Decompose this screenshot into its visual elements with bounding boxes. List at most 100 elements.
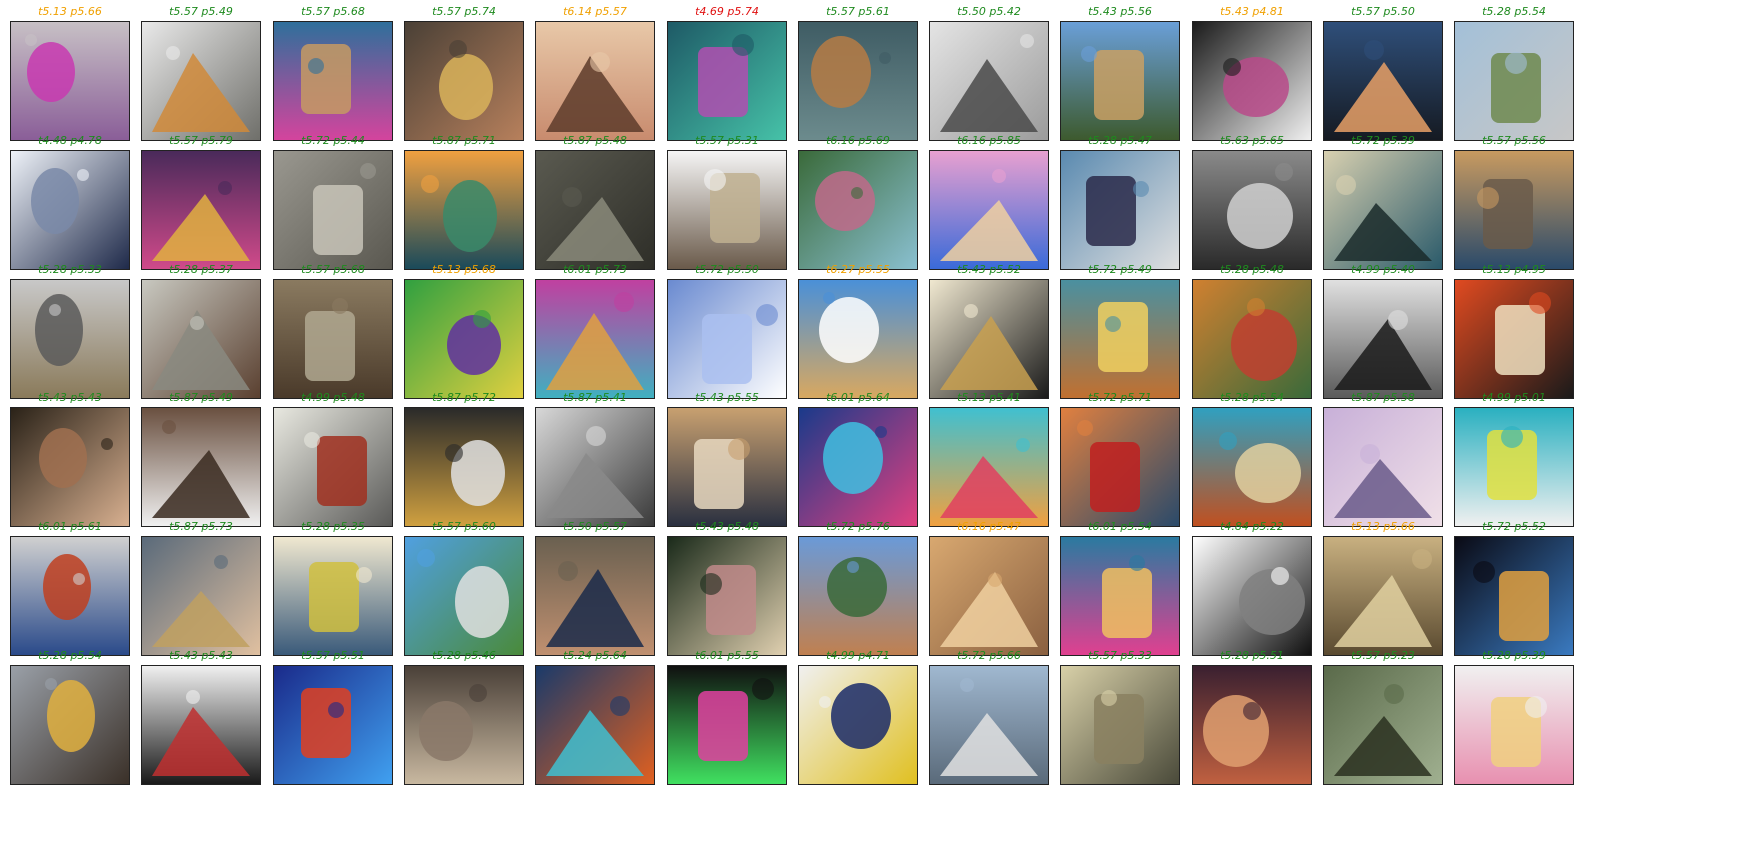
thumbnail-image	[404, 150, 524, 270]
grid-cell: t5.13 p5.66	[1323, 520, 1443, 656]
grid-cell: t6.01 p5.61	[10, 520, 130, 656]
thumbnail-image	[929, 21, 1049, 141]
grid-cell: t4.84 p5.22	[1192, 520, 1312, 656]
thumbnail-image	[1192, 665, 1312, 785]
thumbnail-image	[1060, 279, 1180, 399]
thumbnail-art	[1455, 280, 1573, 398]
thumbnail-image	[1060, 407, 1180, 527]
thumbnail-image	[404, 21, 524, 141]
image-grid: t5.13 p5.66 t5.57 p5.49 t5.57 p5.68 t5.57 p…	[10, 5, 1738, 862]
score-caption: t5.57 p5.56	[1482, 134, 1546, 147]
thumbnail-art	[142, 22, 260, 140]
thumbnail-image	[1454, 407, 1574, 527]
thumbnail-image	[141, 21, 261, 141]
grid-cell: t5.63 p5.65	[1192, 134, 1312, 270]
grid-cell: t6.27 p5.55	[798, 263, 918, 399]
thumbnail-art	[799, 666, 917, 784]
grid-cell: t5.57 p5.74	[404, 5, 524, 141]
thumbnail-image	[273, 21, 393, 141]
thumbnail-art	[11, 151, 129, 269]
thumbnail-art	[1193, 22, 1311, 140]
thumbnail-image	[1454, 665, 1574, 785]
thumbnail-image	[1454, 21, 1574, 141]
thumbnail-image	[1323, 536, 1443, 656]
grid-cell: t5.43 p5.48	[667, 520, 787, 656]
thumbnail-art	[536, 537, 654, 655]
grid-cell: t5.57 p5.23	[1323, 649, 1443, 785]
grid-cell: t4.69 p5.74	[667, 5, 787, 141]
grid-cell: t5.43 p5.43	[10, 391, 130, 527]
grid-cell: t6.14 p5.57	[535, 5, 655, 141]
thumbnail-art	[1324, 408, 1442, 526]
thumbnail-image	[404, 665, 524, 785]
thumbnail-art	[405, 537, 523, 655]
thumbnail-art	[536, 22, 654, 140]
thumbnail-art	[799, 22, 917, 140]
thumbnail-art	[274, 151, 392, 269]
thumbnail-art	[1324, 280, 1442, 398]
thumbnail-art	[405, 280, 523, 398]
thumbnail-image	[1323, 21, 1443, 141]
thumbnail-art	[1061, 22, 1179, 140]
thumbnail-art	[668, 280, 786, 398]
thumbnail-art	[536, 280, 654, 398]
thumbnail-art	[668, 408, 786, 526]
grid-cell: t5.57 p5.33	[1060, 649, 1180, 785]
grid-cell: t5.57 p5.68	[273, 263, 393, 399]
thumbnail-image	[929, 536, 1049, 656]
grid-cell: t4.99 p5.48	[273, 391, 393, 527]
thumbnail-image	[273, 150, 393, 270]
thumbnail-art	[405, 22, 523, 140]
grid-cell: t5.57 p5.79	[141, 134, 261, 270]
grid-cell: t4.99 p4.71	[798, 649, 918, 785]
grid-cell: t5.13 p5.68	[404, 263, 524, 399]
thumbnail-art	[1193, 408, 1311, 526]
thumbnail-image	[404, 407, 524, 527]
grid-cell: t5.28 p5.47	[1060, 134, 1180, 270]
thumbnail-image	[535, 21, 655, 141]
thumbnail-image	[929, 279, 1049, 399]
thumbnail-image	[141, 536, 261, 656]
grid-cell: t5.57 p5.50	[1323, 5, 1443, 141]
thumbnail-art	[930, 537, 1048, 655]
thumbnail-image	[667, 21, 787, 141]
thumbnail-art	[142, 666, 260, 784]
thumbnail-image	[10, 407, 130, 527]
thumbnail-image	[10, 536, 130, 656]
grid-cell: t5.57 p5.56	[1454, 134, 1574, 270]
thumbnail-art	[1061, 666, 1179, 784]
grid-cell: t4.99 p5.01	[1454, 391, 1574, 527]
score-caption: t4.99 p5.01	[1482, 391, 1546, 404]
thumbnail-image	[667, 150, 787, 270]
grid-cell: t5.28 p5.39	[1454, 649, 1574, 785]
thumbnail-image	[1454, 536, 1574, 656]
thumbnail-art	[1193, 666, 1311, 784]
thumbnail-art	[1324, 666, 1442, 784]
score-caption: t5.28 p5.39	[1482, 649, 1546, 662]
thumbnail-art	[274, 537, 392, 655]
thumbnail-art	[1324, 151, 1442, 269]
thumbnail-art	[11, 22, 129, 140]
thumbnail-image	[667, 279, 787, 399]
thumbnail-image	[1323, 279, 1443, 399]
thumbnail-art	[142, 537, 260, 655]
grid-cell: t5.28 p5.33	[10, 263, 130, 399]
thumbnail-image	[141, 665, 261, 785]
grid-cell: t5.87 p5.48	[535, 134, 655, 270]
grid-cell: t5.87 p5.73	[141, 520, 261, 656]
thumbnail-art	[405, 151, 523, 269]
thumbnail-image	[535, 665, 655, 785]
thumbnail-image	[273, 536, 393, 656]
thumbnail-art	[930, 151, 1048, 269]
thumbnail-art	[1455, 666, 1573, 784]
thumbnail-image	[1192, 21, 1312, 141]
grid-cell: t5.57 p5.61	[798, 5, 918, 141]
thumbnail-art	[1324, 537, 1442, 655]
thumbnail-art	[1455, 408, 1573, 526]
thumbnail-image	[273, 407, 393, 527]
grid-cell: t5.28 p5.51	[1192, 649, 1312, 785]
thumbnail-image	[1060, 665, 1180, 785]
thumbnail-image	[1060, 150, 1180, 270]
thumbnail-art	[1061, 280, 1179, 398]
thumbnail-image	[667, 665, 787, 785]
